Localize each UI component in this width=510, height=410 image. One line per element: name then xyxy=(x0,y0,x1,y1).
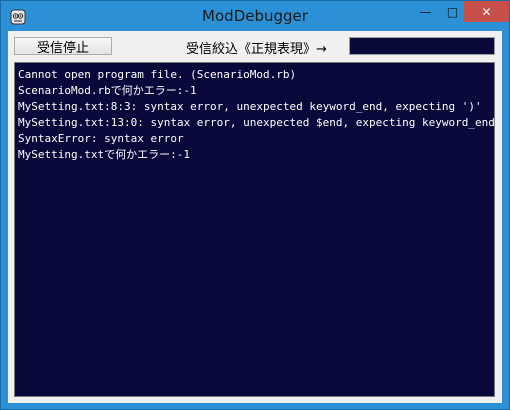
minimize-icon: — xyxy=(419,4,432,19)
regex-filter-input[interactable] xyxy=(349,37,495,55)
log-line: Cannot open program file. (ScenarioMod.r… xyxy=(18,68,297,81)
close-button[interactable]: ✕ xyxy=(464,1,509,22)
log-line: MySetting.txtで何かエラー:-1 xyxy=(18,148,190,161)
log-line: SyntaxError: syntax error xyxy=(18,132,184,145)
app-window: ModDebugger — □ ✕ 受信停止 受信絞込《正規表現》→ Canno… xyxy=(0,0,510,410)
minimize-button[interactable]: — xyxy=(412,1,439,22)
log-line: MySetting.txt:8:3: syntax error, unexpec… xyxy=(18,100,482,113)
title-bar[interactable]: ModDebugger — □ ✕ xyxy=(1,1,509,31)
log-line: MySetting.txt:13:0: syntax error, unexpe… xyxy=(18,116,495,129)
regex-filter-label: 受信絞込《正規表現》→ xyxy=(186,42,327,57)
maximize-button[interactable]: □ xyxy=(439,1,466,22)
log-line: ScenarioMod.rbで何かエラー:-1 xyxy=(18,84,197,97)
log-console[interactable]: Cannot open program file. (ScenarioMod.r… xyxy=(14,62,495,397)
client-area: 受信停止 受信絞込《正規表現》→ Cannot open program fil… xyxy=(8,31,502,403)
close-icon: ✕ xyxy=(481,4,492,19)
maximize-icon: □ xyxy=(446,4,459,19)
stop-receiving-button[interactable]: 受信停止 xyxy=(14,37,112,56)
